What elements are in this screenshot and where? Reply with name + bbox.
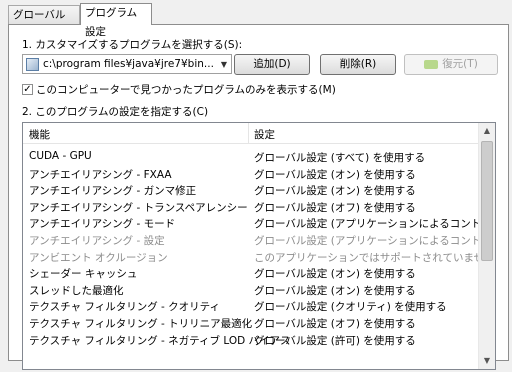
settings-list: 機能 設定 CUDA - GPU グローバル設定 (すべて) を使用する アンチエ… bbox=[22, 122, 496, 370]
step2-label: 2. このプログラムの設定を指定する(C) bbox=[22, 106, 209, 118]
program-select-value: c:\program files¥java¥jre7¥bin... bbox=[43, 58, 214, 70]
restore-button[interactable]: 復元(T) bbox=[404, 54, 498, 75]
add-button[interactable]: 追加(D) bbox=[234, 54, 310, 75]
program-select[interactable]: c:\program files¥java¥jre7¥bin... ▼ bbox=[22, 54, 232, 74]
table-row[interactable]: アンチエイリアシング - 設定グローバル設定 (アプリケーションによるコントロー… bbox=[23, 232, 495, 249]
scroll-up-icon[interactable]: ▲ bbox=[479, 123, 495, 139]
table-row[interactable]: テクスチャ フィルタリング - クオリティ グローバル設定 (クオリティ) を使用… bbox=[23, 298, 479, 315]
restore-label: 復元(T) bbox=[442, 58, 478, 70]
table-row[interactable]: CUDA - GPU グローバル設定 (すべて) を使用する bbox=[23, 149, 479, 166]
show-found-programs-label: このコンピューターで見つかったプログラムのみを表示する(M) bbox=[36, 84, 336, 96]
program-icon bbox=[26, 57, 39, 71]
tab-global-settings[interactable]: グローバル設定 bbox=[8, 5, 80, 40]
nvidia-icon bbox=[424, 59, 439, 69]
scroll-down-icon[interactable]: ▼ bbox=[479, 353, 495, 369]
list-header: 機能 設定 bbox=[23, 123, 479, 144]
table-row[interactable]: アンビエント オクルージョン このアプリケーションではサポートされていません bbox=[23, 249, 495, 266]
table-row[interactable]: アンチエイリアシング - ガンマ修正 グローバル設定 (オン) を使用する bbox=[23, 182, 479, 199]
chevron-down-icon[interactable]: ▼ bbox=[217, 60, 231, 69]
remove-button[interactable]: 削除(R) bbox=[320, 54, 396, 75]
column-header-feature[interactable]: 機能 bbox=[29, 127, 50, 142]
scrollbar-thumb[interactable] bbox=[481, 141, 493, 261]
tab-program-settings[interactable]: プログラム設定 bbox=[80, 3, 152, 38]
settings-rows: CUDA - GPU グローバル設定 (すべて) を使用する アンチエイリアシング… bbox=[23, 149, 495, 349]
tab-bar: グローバル設定 プログラム設定 bbox=[0, 0, 512, 40]
step1-label: 1. カスタマイズするプログラムを選択する(S): bbox=[22, 39, 243, 51]
show-found-programs-checkbox[interactable]: ✓ bbox=[22, 84, 33, 95]
table-row[interactable]: シェーダー キャッシュ グローバル設定 (オン) を使用する bbox=[23, 265, 479, 282]
table-row[interactable]: テクスチャ フィルタリング - トリリニア最適化 グローバル設定 (オフ) を使用… bbox=[23, 315, 479, 332]
table-row[interactable]: アンチエイリアシング - モードグローバル設定 (アプリケーションによるコントロ… bbox=[23, 215, 495, 232]
table-row[interactable]: スレッドした最適化 グローバル設定 (オン) を使用する bbox=[23, 282, 479, 299]
column-header-setting[interactable]: 設定 bbox=[254, 127, 275, 142]
table-row[interactable]: アンチエイリアシング - トランスペアレンシー グローバル設定 (オフ) を使用す… bbox=[23, 199, 479, 216]
vertical-scrollbar[interactable]: ▲ ▼ bbox=[478, 123, 495, 369]
column-divider[interactable] bbox=[248, 123, 249, 143]
table-row[interactable]: アンチエイリアシング - FXAA グローバル設定 (オン) を使用する bbox=[23, 166, 479, 183]
table-row[interactable]: テクスチャ フィルタリング - ネガティブ LOD バイアス グローバル設定 (許… bbox=[23, 332, 479, 349]
